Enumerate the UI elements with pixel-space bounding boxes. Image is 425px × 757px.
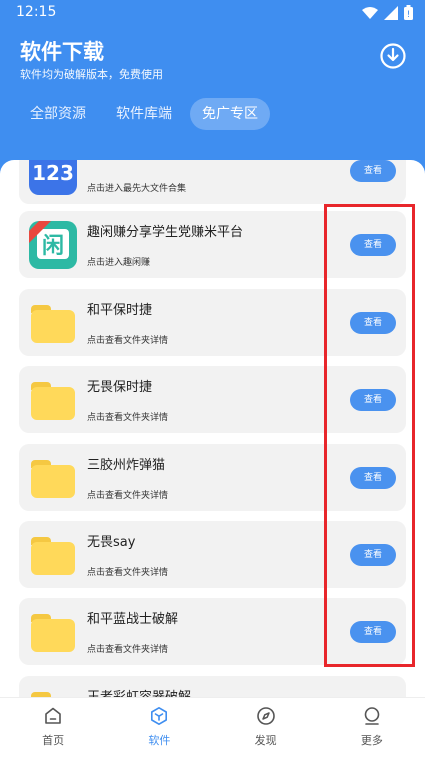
folder-icon [29, 608, 77, 656]
list-item[interactable]: 123 点击进入最先大文件合集 查看 [19, 160, 406, 204]
item-desc: 点击进入最先大文件合集 [87, 184, 187, 194]
folder-icon [29, 299, 77, 347]
header: 软件下载 软件均为破解版本，免费使用 [0, 30, 425, 90]
tab-ad-free[interactable]: 免广专区 [190, 98, 270, 130]
nav-home[interactable]: 首页 [0, 698, 106, 757]
wifi-icon [362, 6, 378, 19]
nav-label: 软件 [148, 734, 171, 747]
nav-label: 首页 [42, 734, 65, 747]
item-title: 和平保时捷 [87, 303, 153, 318]
item-title: 趣闲赚分享学生党赚米平台 [87, 225, 244, 240]
item-desc: 点击查看文件夹详情 [87, 568, 169, 578]
item-title: 无畏say [87, 535, 136, 550]
item-title: 无畏保时捷 [87, 380, 153, 395]
folder-icon [29, 686, 77, 697]
svg-text:!: ! [407, 10, 411, 20]
nav-software[interactable]: 软件 [106, 698, 212, 757]
page-subtitle: 软件均为破解版本，免费使用 [20, 68, 163, 81]
nav-discover[interactable]: 发现 [213, 698, 319, 757]
view-button[interactable]: 查看 [350, 160, 396, 182]
item-title: 王者彩虹容器破解 [87, 686, 191, 697]
item-desc: 点击查看文件夹详情 [87, 645, 169, 655]
home-icon [45, 707, 61, 724]
software-icon [151, 707, 168, 725]
svg-text:123: 123 [32, 161, 74, 185]
nav-label: 更多 [360, 734, 383, 747]
xian-app-icon: 闲 [29, 221, 77, 269]
item-desc: 点击查看文件夹详情 [87, 413, 169, 423]
tab-bar: 全部资源 软件库端 免广专区 [18, 98, 270, 130]
compass-icon [256, 707, 275, 725]
folder-icon [29, 376, 77, 424]
status-bar: 12:15 ! [0, 0, 425, 26]
signal-icon [384, 5, 398, 20]
highlight-annotation-box [324, 204, 415, 667]
bottom-nav: 首页 软件 发现 更多 [0, 697, 425, 757]
status-time: 12:15 [16, 4, 57, 20]
folder-icon [29, 531, 77, 579]
item-desc: 点击查看文件夹详情 [87, 491, 169, 501]
item-title: 和平蓝战士破解 [87, 612, 179, 627]
item-desc: 点击查看文件夹详情 [87, 336, 169, 346]
page-title: 软件下载 [20, 40, 104, 64]
123-app-icon: 123 [29, 160, 77, 195]
status-icons: ! [362, 5, 413, 20]
battery-icon: ! [404, 5, 413, 20]
nav-more[interactable]: 更多 [319, 698, 425, 757]
tab-software-library[interactable]: 软件库端 [104, 98, 184, 130]
download-icon [380, 43, 406, 69]
list-item[interactable]: 王者彩虹容器破解 [19, 676, 406, 697]
download-button[interactable] [379, 42, 407, 70]
folder-icon [29, 454, 77, 502]
item-desc: 点击进入趣闲赚 [87, 258, 151, 268]
svg-text:闲: 闲 [42, 234, 64, 259]
nav-label: 发现 [254, 734, 277, 747]
item-title: 三胶州炸弹猫 [87, 458, 166, 473]
tab-all-resources[interactable]: 全部资源 [18, 98, 98, 130]
more-icon [364, 707, 380, 725]
